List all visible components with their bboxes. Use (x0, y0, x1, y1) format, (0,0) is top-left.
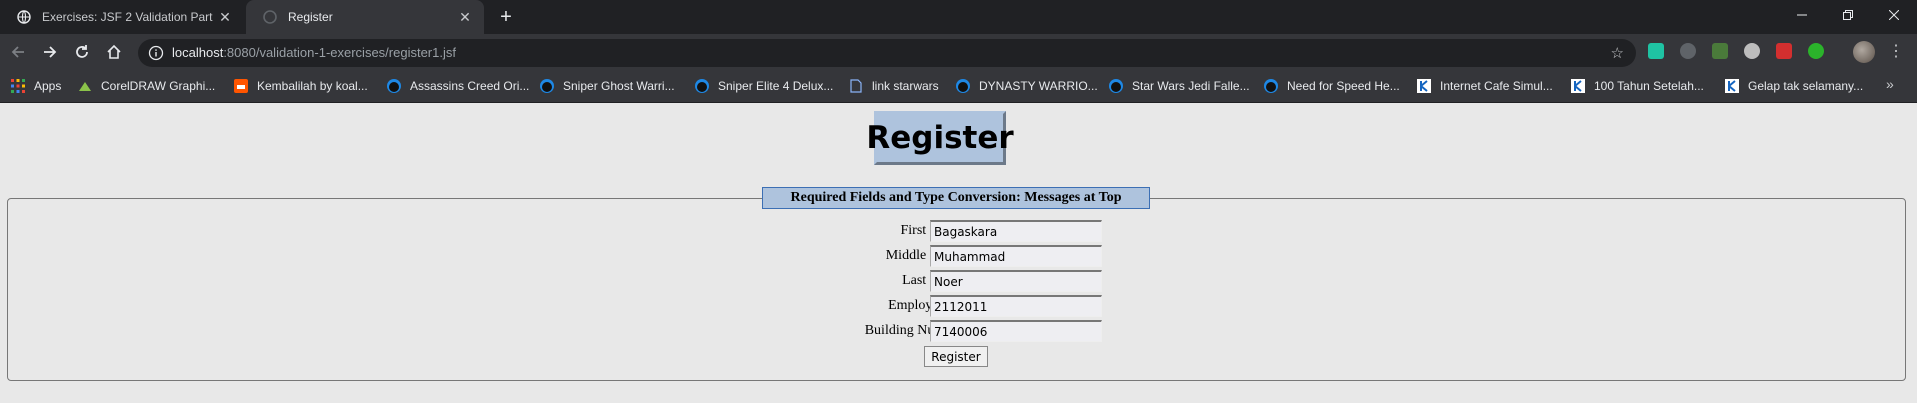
bookmark-label: Star Wars Jedi Falle... (1132, 79, 1250, 93)
bookmark-item[interactable]: Assassins Creed Ori... (386, 70, 529, 102)
bookmark-label: Kembalilah by koal... (257, 79, 368, 93)
bookmark-label: Internet Cafe Simul... (1440, 79, 1553, 93)
coreldraw-icon (77, 78, 93, 94)
bookmark-item[interactable]: Sniper Ghost Warri... (539, 70, 675, 102)
extension-green-icon[interactable] (1808, 43, 1824, 59)
bookmark-label: Gelap tak selamany... (1748, 79, 1864, 93)
form-row-building-number: Building Number: 7140006 (740, 320, 1180, 344)
url-path: :8080/validation-1-exercises/register1.j… (223, 45, 456, 60)
bookmark-label: link starwars (872, 79, 939, 93)
tab-register[interactable]: Register ✕ (246, 0, 484, 34)
address-bar[interactable]: localhost:8080/validation-1-exercises/re… (138, 39, 1636, 67)
building-number-input[interactable]: 7140006 (930, 320, 1102, 342)
register-button[interactable]: Register (924, 346, 988, 367)
minimize-icon[interactable] (1779, 0, 1825, 30)
fieldset-legend: Required Fields and Type Conversion: Mes… (762, 187, 1150, 209)
avatar[interactable] (1853, 41, 1875, 63)
page-title: Register (866, 111, 1014, 165)
bookmark-item[interactable]: Kembalilah by koal... (233, 70, 368, 102)
bookmark-label: Sniper Elite 4 Delux... (718, 79, 834, 93)
reload-icon[interactable] (70, 40, 94, 64)
info-icon[interactable] (148, 45, 164, 61)
employee-id-input[interactable]: 2112011 (930, 295, 1102, 317)
extension-n-icon[interactable] (1648, 43, 1664, 59)
bookmark-label: Sniper Ghost Warri... (563, 79, 675, 93)
bookmark-label: DYNASTY WARRIO... (979, 79, 1098, 93)
bookmark-item[interactable]: link starwars (848, 70, 939, 102)
bookmark-label: Need for Speed He... (1287, 79, 1400, 93)
forward-arrow-icon[interactable] (38, 40, 62, 64)
form-row-middle-name: Middle Name: Muhammad (740, 245, 1180, 269)
apps-grid-icon (10, 78, 26, 94)
close-tab-icon[interactable]: ✕ (456, 8, 474, 26)
game-site-icon (539, 78, 555, 94)
game-site-icon (1108, 78, 1124, 94)
close-tab-icon[interactable]: ✕ (216, 8, 234, 26)
last-name-input[interactable]: Noer (930, 270, 1102, 292)
url-host: localhost (172, 45, 224, 60)
middle-name-input[interactable]: Muhammad (930, 245, 1102, 267)
extension-circle-icon[interactable] (1744, 43, 1760, 59)
bookmark-label: CorelDRAW Graphi... (101, 79, 216, 93)
bookmark-label: 100 Tahun Setelah... (1594, 79, 1704, 93)
bookmark-item[interactable]: Internet Cafe Simul... (1416, 70, 1553, 102)
tab-strip: Exercises: JSF 2 Validation Part 1 ✕ Reg… (0, 0, 1917, 34)
form-row-employee-id: Employee ID: 2112011 (740, 295, 1180, 319)
bookmark-item[interactable]: DYNASTY WARRIO... (955, 70, 1098, 102)
k-site-icon (1416, 78, 1432, 94)
close-icon[interactable] (1871, 0, 1917, 30)
first-name-input[interactable]: Bagaskara (930, 220, 1102, 242)
bookmark-label: Apps (34, 79, 62, 93)
plus-icon[interactable]: + (494, 5, 518, 29)
bookmark-item[interactable]: Need for Speed He... (1263, 70, 1400, 102)
bookmark-item[interactable]: Sniper Elite 4 Delux... (694, 70, 833, 102)
game-site-icon (1263, 78, 1279, 94)
url-text: localhost:8080/validation-1-exercises/re… (172, 45, 456, 60)
form-row-first-name: First Name: Bagaskara (740, 220, 1180, 244)
menu-dots-icon[interactable]: ⋮ (1888, 40, 1904, 64)
bookmark-item[interactable]: CorelDRAW Graphi... (77, 70, 215, 102)
loading-icon (262, 9, 278, 25)
tab-exercises[interactable]: Exercises: JSF 2 Validation Part 1 ✕ (0, 0, 244, 34)
bookmark-item[interactable]: Star Wars Jedi Falle... (1108, 70, 1250, 102)
form-row-last-name: Last Name: Noer (740, 270, 1180, 294)
chevron-double-right-icon[interactable]: » (1886, 76, 1894, 92)
globe-icon (16, 9, 32, 25)
bookmark-item[interactable]: Gelap tak selamany... (1724, 70, 1863, 102)
bookmark-item[interactable]: 100 Tahun Setelah... (1570, 70, 1704, 102)
game-site-icon (955, 78, 971, 94)
soundcloud-icon (233, 78, 249, 94)
restore-icon[interactable] (1825, 0, 1871, 30)
extension-layers-icon[interactable] (1712, 43, 1728, 59)
k-site-icon (1570, 78, 1586, 94)
star-icon[interactable]: ☆ (1611, 44, 1624, 62)
back-arrow-icon[interactable] (6, 40, 30, 64)
tab-title: Register (288, 10, 333, 24)
home-icon[interactable] (102, 40, 126, 64)
bookmark-label: Assassins Creed Ori... (410, 79, 530, 93)
extension-lightbulb-icon[interactable] (1680, 43, 1696, 59)
game-site-icon (694, 78, 710, 94)
tab-title: Exercises: JSF 2 Validation Part 1 (42, 10, 216, 24)
bookmark-file-icon (848, 78, 864, 94)
bookmarks-bar: Apps CorelDRAW Graphi... Kembalilah by k… (0, 70, 1917, 103)
browser-toolbar: localhost:8080/validation-1-exercises/re… (0, 34, 1917, 70)
page-content: Register Required Fields and Type Conver… (0, 103, 1917, 403)
bookmark-apps[interactable]: Apps (10, 70, 61, 102)
extension-red-icon[interactable] (1776, 43, 1792, 59)
game-site-icon (386, 78, 402, 94)
k-site-icon (1724, 78, 1740, 94)
